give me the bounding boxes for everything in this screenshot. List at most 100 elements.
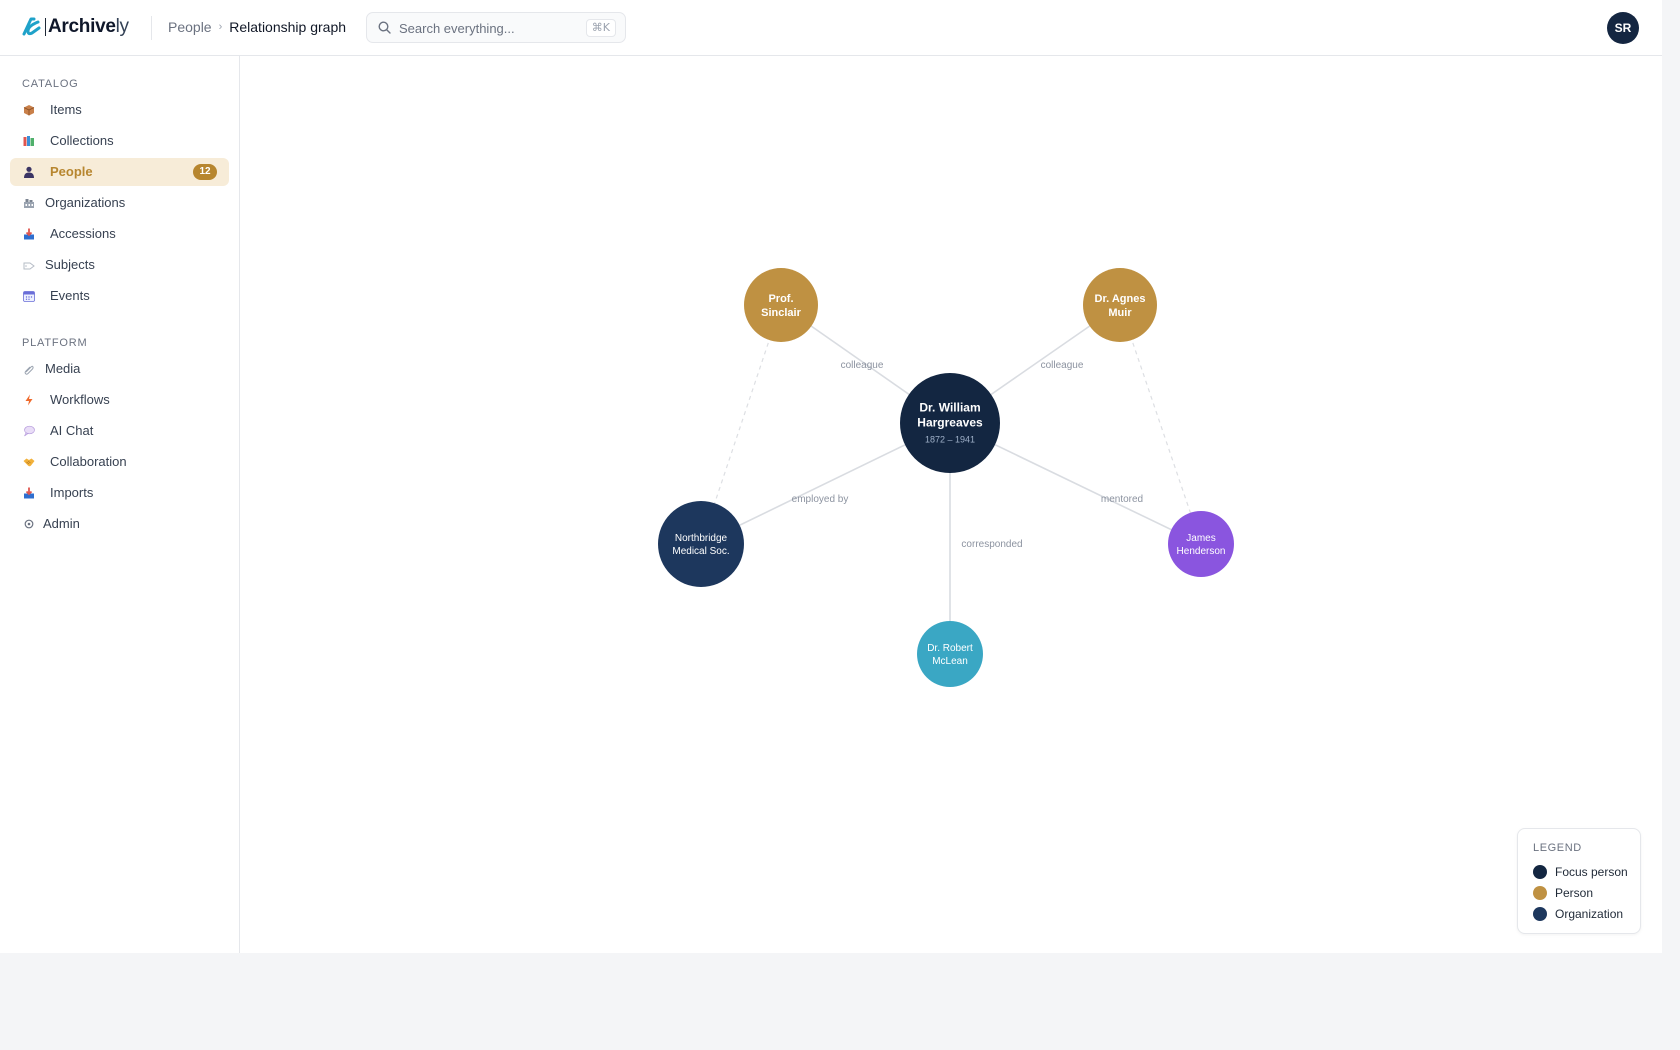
graph-node-muir[interactable]: Dr. Agnes Muir: [1083, 268, 1157, 342]
sidebar-item-label: People: [50, 164, 93, 179]
sidebar: CATALOG Items Collections People 12 Orga…: [0, 56, 240, 953]
sidebar-item-subjects[interactable]: Subjects: [10, 251, 229, 279]
sidebar-item-ai-chat[interactable]: AI Chat: [10, 417, 229, 445]
sidebar-item-label: Organizations: [45, 195, 126, 210]
search-input[interactable]: [399, 19, 579, 37]
sidebar-item-admin[interactable]: Admin: [10, 510, 229, 538]
books-icon: [23, 136, 34, 146]
sidebar-item-people[interactable]: People 12: [10, 158, 229, 186]
node-label: Hargreaves: [917, 416, 983, 430]
graph-node-sinclair[interactable]: Prof. Sinclair: [744, 268, 818, 342]
chevron-right-icon: ›: [218, 21, 223, 33]
node-label: Medical Soc.: [672, 546, 729, 557]
edge-label: mentored: [1101, 494, 1143, 505]
relationship-graph[interactable]: colleague colleague employed by mentored cor…: [240, 56, 1662, 953]
legend-title: LEGEND: [1533, 842, 1582, 854]
people-count-badge: 12: [193, 164, 217, 180]
node-label: James: [1186, 533, 1215, 544]
graph-node-focus[interactable]: Dr. WilliamHargreaves 1872 – 1941: [900, 373, 1000, 473]
search-shortcut-hint: ⌘K: [585, 19, 616, 37]
top-bar: Archively People › Relationship graph ⌘K…: [0, 0, 1662, 56]
node-dates: 1872 – 1941: [925, 435, 975, 445]
person-icon: [24, 166, 34, 178]
lightning-icon: [25, 394, 33, 406]
graph-legend: LEGEND Focus person Person Organization: [1517, 828, 1641, 934]
sidebar-item-label: Events: [50, 288, 90, 303]
sidebar-item-organizations[interactable]: Organizations: [10, 189, 229, 217]
legend-item-organization: Organization: [1533, 905, 1623, 923]
sidebar-item-label: Workflows: [50, 392, 110, 407]
legend-label: Focus person: [1555, 865, 1628, 879]
sidebar-item-collections[interactable]: Collections: [10, 127, 229, 155]
sidebar-item-label: Items: [50, 102, 82, 117]
node-label: Sinclair: [761, 307, 801, 319]
catalog-section-label: CATALOG: [22, 78, 79, 90]
edge-label: colleague: [841, 360, 884, 371]
graph-node-mclean[interactable]: Dr. Robert McLean: [917, 621, 983, 687]
sidebar-item-label: Accessions: [50, 226, 116, 241]
legend-swatch: [1533, 886, 1547, 900]
sidebar-item-media[interactable]: Media: [10, 355, 229, 383]
node-label: Muir: [1108, 307, 1132, 319]
edge-label: colleague: [1041, 360, 1084, 371]
sidebar-item-label: Imports: [50, 485, 94, 500]
sidebar-item-label: Admin: [43, 516, 80, 531]
edge-label: employed by: [792, 494, 849, 505]
edge-label: corresponded: [961, 539, 1022, 550]
legend-label: Person: [1555, 886, 1594, 900]
legend-item-person: Person: [1533, 884, 1593, 902]
node-label: Dr. Agnes: [1095, 293, 1146, 305]
sidebar-item-items[interactable]: Items: [10, 96, 229, 124]
sidebar-item-label: Media: [45, 361, 81, 376]
search-box[interactable]: ⌘K: [366, 12, 626, 43]
breadcrumb-current: Relationship graph: [229, 19, 347, 35]
node-label: Dr. Robert: [927, 643, 973, 654]
node-circle: [1083, 268, 1157, 342]
package-icon: [23, 105, 35, 116]
sidebar-item-accessions[interactable]: Accessions: [10, 220, 229, 248]
breadcrumb-people-link[interactable]: People: [168, 19, 212, 35]
user-avatar[interactable]: SR: [1607, 12, 1639, 44]
legend-swatch: [1533, 865, 1547, 879]
calendar-icon: [23, 291, 35, 302]
legend-item-focus-person: Focus person: [1533, 863, 1628, 881]
gear-icon: [24, 519, 34, 529]
node-label: McLean: [932, 656, 968, 667]
header-divider: [151, 16, 152, 40]
edges-layer: colleague colleague employed by mentored cor…: [700, 304, 1202, 654]
handshake-icon: [23, 458, 35, 467]
breadcrumb: People › Relationship graph: [168, 19, 346, 35]
speech-bubble-icon: [24, 425, 35, 437]
sidebar-item-events[interactable]: Events: [10, 282, 229, 310]
node-circle: [917, 621, 983, 687]
node-circle: [1168, 511, 1234, 577]
app-window: Archively People › Relationship graph ⌘K…: [0, 0, 1662, 953]
tag-icon: [23, 262, 35, 270]
inbox-tray-icon: [24, 487, 34, 499]
inbox-tray-icon: [24, 228, 34, 240]
search-icon: [378, 21, 391, 34]
logo-mark-icon: [22, 17, 41, 36]
graph-node-northbridge[interactable]: Northbridge Medical Soc.: [658, 501, 744, 587]
node-circle: [658, 501, 744, 587]
paperclip-icon: [24, 365, 34, 375]
sidebar-item-collaboration[interactable]: Collaboration: [10, 448, 229, 476]
node-label: Prof.: [768, 293, 793, 305]
relationship-graph-canvas[interactable]: colleague colleague employed by mentored cor…: [240, 56, 1662, 953]
graph-node-henderson[interactable]: James Henderson: [1168, 511, 1234, 577]
sidebar-item-label: Collaboration: [50, 454, 127, 469]
node-label: Dr. William: [919, 401, 980, 415]
sidebar-item-workflows[interactable]: Workflows: [10, 386, 229, 414]
sidebar-item-imports[interactable]: Imports: [10, 479, 229, 507]
archively-logo[interactable]: Archively: [22, 16, 129, 38]
sidebar-item-label: Subjects: [45, 257, 95, 272]
node-label: Henderson: [1177, 546, 1226, 557]
logo-wordmark: Archively: [48, 16, 129, 37]
node-circle: [744, 268, 818, 342]
legend-swatch: [1533, 907, 1547, 921]
building-icon: [24, 199, 34, 208]
edge-muir-henderson: [1119, 304, 1202, 545]
legend-label: Organization: [1555, 907, 1624, 921]
sidebar-item-label: AI Chat: [50, 423, 94, 438]
sidebar-item-label: Collections: [50, 133, 114, 148]
